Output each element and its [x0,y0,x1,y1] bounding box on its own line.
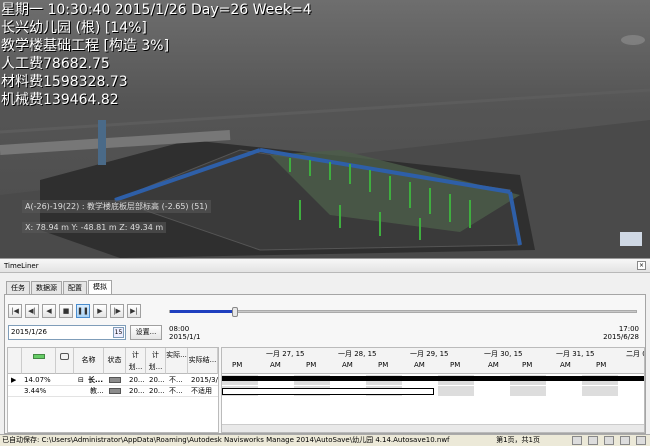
coordinate-readout: X: 78.94 m Y: -48.81 m Z: 49.34 m [22,222,167,233]
status-bar-icon [109,388,121,394]
day-label: 一月 30, 15 [484,350,523,358]
overlay-labor-cost: 人工费78682.75 [1,56,110,72]
simulation-slider[interactable] [169,307,637,317]
step-forward-icon[interactable]: |▶ [110,304,124,318]
range-start-date: 2015/1/1 [169,333,201,341]
autosave-status: 已自动保存: C:\Users\Administrator\AppData\Ro… [2,436,450,444]
slider-progress [170,310,236,313]
play-backward-icon[interactable]: ◀ [42,304,56,318]
sheet-browser-icon[interactable] [572,436,582,445]
half-day-label: AM [488,361,499,369]
current-date-field[interactable]: 2015/1/26 15 [8,325,126,340]
timeliner-titlebar: TimeLiner × [0,259,650,273]
column-header-status[interactable]: 状态 [104,348,126,374]
comment-column-header [56,348,74,374]
half-day-label: AM [560,361,571,369]
tab-data-sources[interactable]: 数据源 [31,281,62,294]
tab-simulate[interactable]: 模拟 [88,280,112,294]
tab-configure[interactable]: 配置 [63,281,87,294]
half-day-label: PM [450,361,461,369]
status-bar-icon [109,377,121,383]
half-day-label: AM [414,361,425,369]
row-percent: 3.44% [24,387,47,395]
row-planned-start: 20... [129,387,145,395]
column-header-actual-start[interactable]: 实际... [166,348,188,374]
step-back-icon[interactable]: ◀| [25,304,39,318]
timeliner-panel: TimeLiner × 任务 数据源 配置 模拟 |◀ ◀| ◀ ■ ❚❚ ▶ … [0,258,650,434]
close-icon[interactable]: × [637,261,646,270]
row-pointer-icon: ▶ [11,376,17,384]
half-day-label: PM [306,361,317,369]
day-label: 一月 28, 15 [338,350,377,358]
slider-thumb[interactable] [232,307,239,317]
row-planned-start: 20... [129,376,145,384]
half-day-label: PM [232,361,243,369]
gantt-scrollbar[interactable] [222,424,644,432]
timeliner-title: TimeLiner [4,262,39,270]
row-actual-end: 不适用 [191,387,212,395]
column-header-actual-end[interactable]: 实际结... [188,348,218,374]
overlay-project-line: 长兴幼儿园 (根) [14%] [1,20,147,36]
half-day-label: PM [378,361,389,369]
overlay-material-cost: 材料费1598328.73 [1,74,128,90]
column-header-planned-start[interactable]: 计划... [126,348,146,374]
column-header-name[interactable]: 名称 [74,348,104,374]
row-actual-end: 2015/3/1 [191,376,218,384]
day-label: 一月 29, 15 [410,350,449,358]
performance-icon[interactable] [604,436,614,445]
half-day-label: AM [342,361,353,369]
grid-corner [8,348,22,374]
rewind-to-start-icon[interactable]: |◀ [8,304,22,318]
day-label: 二月 01 [626,350,644,358]
3d-viewport[interactable]: 星期一 10:30:40 2015/1/26 Day=26 Week=4 长兴幼… [0,0,650,258]
collapse-icon[interactable]: ⊟ [78,376,84,385]
play-forward-icon[interactable]: ▶ [93,304,107,318]
row-planned-end: 20... [149,387,165,395]
row-actual-start: 不... [169,376,183,384]
page-indicator: 第1页，共1页 [496,436,540,444]
range-end-date: 2015/6/28 [603,333,639,341]
stop-icon[interactable]: ■ [59,304,73,318]
table-row[interactable]: 3.44% 教... 20... 20... 不... 不适用 [8,386,218,397]
half-day-label: PM [522,361,533,369]
gantt-chart[interactable]: 一月 27, 15 一月 28, 15 一月 29, 15 一月 30, 15 … [221,347,645,433]
status-bar: 已自动保存: C:\Users\Administrator\AppData\Ro… [0,434,650,446]
row-planned-end: 20... [149,376,165,384]
settings-button[interactable]: 设置... [130,325,162,340]
column-header-planned-end[interactable]: 计划... [146,348,166,374]
day-label: 一月 31, 15 [556,350,595,358]
row-name: 教... [90,387,104,395]
grid-icon[interactable] [588,436,598,445]
table-row[interactable]: ▶ 14.07% ⊟ 长... 20... 20... 不... 2015/3/… [8,375,218,386]
day-label: 一月 27, 15 [266,350,305,358]
row-name: 长... [88,376,103,384]
current-date-value: 2015/1/26 [11,328,47,336]
disk-icon[interactable] [636,436,646,445]
half-day-label: AM [270,361,281,369]
overlay-time-line: 星期一 10:30:40 2015/1/26 Day=26 Week=4 [1,2,312,18]
memory-icon[interactable] [620,436,630,445]
gantt-bar-task[interactable] [222,388,434,395]
row-percent: 14.07% [24,376,51,384]
overlay-task-line: 教学楼基础工程 [构造 3%] [1,38,170,54]
half-day-label: PM [596,361,607,369]
overlay-machinery-cost: 机械费139464.82 [1,92,119,108]
forward-to-end-icon[interactable]: ▶| [127,304,141,318]
comment-icon [60,353,69,360]
simulate-tab-body: |◀ ◀| ◀ ■ ❚❚ ▶ |▶ ▶| 08:00 2015/1/1 17:0… [4,294,646,434]
tab-tasks[interactable]: 任务 [6,281,30,294]
gantt-bar-summary[interactable] [222,376,644,381]
timeliner-tabs: 任务 数据源 配置 模拟 [6,280,113,294]
calendar-icon[interactable]: 15 [113,327,124,338]
active-column-header [22,348,56,374]
active-icon [32,354,45,359]
task-grid: 名称 状态 计划... 计划... 实际... 实际结... ▶ 14.07% … [7,347,219,433]
pause-icon[interactable]: ❚❚ [76,304,90,318]
grid-location-label: A(-26)-19(22) : 教学楼底板层部标高 (-2.65) (51) [22,200,211,213]
row-actual-start: 不... [169,387,183,395]
